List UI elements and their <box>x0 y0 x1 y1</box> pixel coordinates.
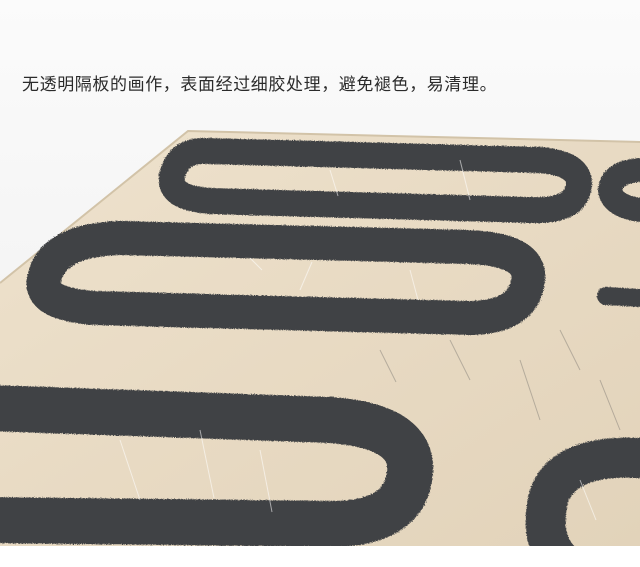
caption-text: 无透明隔板的画作，表面经过细胶处理，避免褪色，易清理。 <box>22 75 498 95</box>
bottom-margin <box>0 546 640 567</box>
paint-dash <box>597 287 640 307</box>
